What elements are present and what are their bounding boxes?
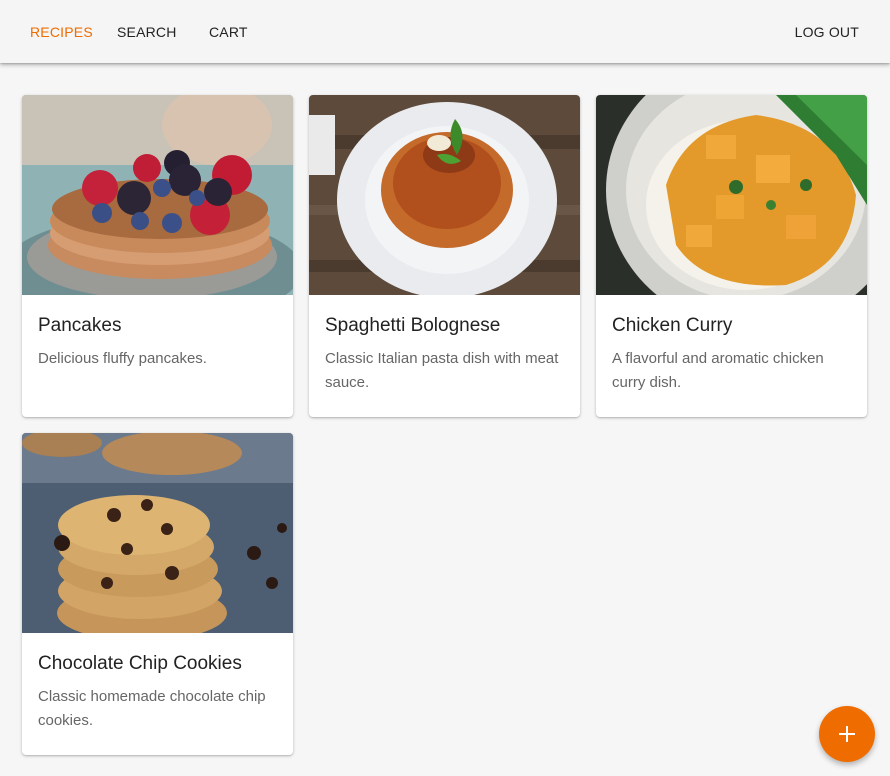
recipe-title: Spaghetti Bolognese [325, 315, 501, 336]
recipe-title: Chicken Curry [612, 315, 733, 336]
plus-icon [839, 726, 855, 742]
recipe-title: Chocolate Chip Cookies [38, 653, 242, 674]
spaghetti-photo [309, 95, 580, 295]
nav-cart-link[interactable]: CART [209, 24, 248, 40]
nav-recipes-link[interactable]: RECIPES [30, 24, 93, 40]
recipe-card[interactable]: Pancakes Delicious fluffy pancakes. [22, 95, 293, 417]
app-bar: RECIPES SEARCH CART LOG OUT [0, 0, 890, 63]
curry-photo [596, 95, 867, 295]
pancakes-photo [22, 95, 293, 295]
recipe-card[interactable]: Chicken Curry A flavorful and aromatic c… [596, 95, 867, 417]
recipe-description: Classic Italian pasta dish with meat sau… [325, 350, 559, 391]
recipe-description: A flavorful and aromatic chicken curry d… [612, 350, 824, 391]
recipe-card[interactable]: Spaghetti Bolognese Classic Italian past… [309, 95, 580, 417]
nav-search-link[interactable]: SEARCH [117, 24, 177, 40]
cookies-photo [22, 433, 293, 633]
recipe-title: Pancakes [38, 315, 122, 336]
recipe-description: Classic homemade chocolate chip cookies. [38, 688, 266, 729]
add-recipe-button[interactable] [819, 706, 875, 762]
recipe-card[interactable]: Chocolate Chip Cookies Classic homemade … [22, 433, 293, 755]
recipe-description: Delicious fluffy pancakes. [38, 350, 207, 367]
logout-link[interactable]: LOG OUT [795, 24, 859, 40]
